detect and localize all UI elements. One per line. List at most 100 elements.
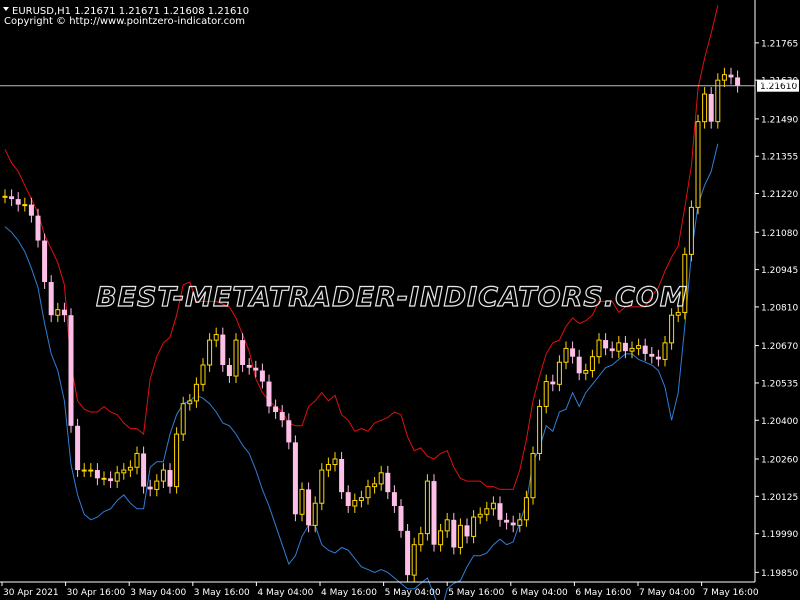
candle-body (424, 480, 430, 535)
candle (259, 363, 265, 389)
candle (424, 474, 430, 541)
candle-body (589, 356, 595, 372)
candle (550, 374, 556, 392)
candle (127, 460, 133, 477)
candle (200, 358, 206, 392)
candle-body (108, 478, 114, 482)
candle-body (695, 121, 701, 208)
x-tick-label: 7 May 16:00 (703, 588, 759, 598)
candle (325, 457, 331, 477)
candle-body (213, 334, 219, 341)
candle-body (75, 425, 81, 471)
y-tick-label: 1.20670 (761, 342, 798, 352)
candle (365, 479, 371, 505)
symbol-dropdown-icon[interactable] (3, 7, 9, 11)
candle (510, 515, 516, 533)
candle-body (180, 403, 186, 435)
candle (735, 70, 741, 93)
chart-canvas[interactable]: 1.21610 1.21765 1.21630 1.21490 1.21355 1.21… (0, 0, 800, 600)
current-price-line-layer: 1.21610 (0, 79, 799, 92)
candle-body (141, 453, 147, 487)
price-chart[interactable]: 1.21610 1.21765 1.21630 1.21490 1.21355 1.21… (0, 0, 800, 600)
candle-body (596, 339, 602, 358)
candle-body (570, 348, 576, 357)
candle-body (510, 522, 516, 526)
x-tick-label: 3 May 04:00 (130, 588, 186, 598)
candle-body (451, 519, 457, 548)
candle-body (187, 400, 193, 405)
candle (616, 335, 622, 359)
candle-body (15, 199, 21, 205)
candle-body (378, 472, 384, 485)
candle (160, 463, 166, 489)
candle (213, 327, 219, 348)
candle (438, 523, 444, 552)
candle-body (609, 348, 615, 352)
candle (372, 476, 378, 494)
candle (266, 374, 272, 414)
candle-body (81, 469, 87, 472)
candle-body (101, 477, 107, 480)
candle (451, 512, 457, 555)
candle (42, 233, 48, 289)
candle-body (35, 215, 41, 241)
x-tick-label: 3 May 16:00 (194, 588, 250, 598)
candle (339, 452, 345, 500)
candle (596, 333, 602, 364)
candle-body (55, 309, 61, 316)
x-tick-label: 30 Apr 2021 (3, 588, 59, 598)
candle-body (438, 530, 444, 546)
y-tick-label: 1.20125 (761, 493, 798, 503)
candle (649, 347, 655, 364)
candle-body (715, 79, 721, 123)
upper-band-line (4, 5, 719, 490)
candle-body (550, 381, 556, 385)
candle-body (240, 340, 246, 365)
candle (15, 192, 21, 212)
candle (68, 308, 74, 433)
candle-body (702, 93, 708, 123)
candle (570, 341, 576, 364)
candle (543, 374, 549, 414)
candle (721, 67, 727, 88)
candle-body (537, 405, 543, 454)
candle (48, 275, 54, 323)
candle (589, 349, 595, 378)
candle (9, 189, 15, 206)
candle-body (28, 204, 34, 216)
candle-body (332, 458, 338, 466)
candle-body (655, 356, 661, 360)
candle (306, 482, 312, 533)
candle (88, 463, 94, 477)
candle-body (147, 486, 153, 490)
candle (220, 327, 226, 372)
candle-body (418, 533, 424, 546)
candle (497, 496, 503, 527)
candle (504, 512, 510, 530)
candle (477, 507, 483, 524)
candle (108, 471, 114, 489)
candle-body (583, 370, 589, 374)
candle-body (504, 519, 510, 523)
candle-body (372, 483, 378, 488)
lower-band-line (4, 143, 719, 600)
y-tick-label: 1.21220 (761, 190, 798, 200)
candle (490, 496, 496, 516)
candle-body (669, 314, 675, 344)
candle (345, 485, 351, 513)
candle (609, 341, 615, 359)
candle (728, 67, 734, 85)
candle-body (688, 206, 694, 255)
candle (457, 518, 463, 555)
candle-body (345, 492, 351, 506)
y-tick-label: 1.19850 (761, 569, 798, 579)
candle-body (464, 525, 470, 537)
candle (391, 485, 397, 513)
candle-body (88, 469, 94, 472)
candle (154, 474, 160, 497)
candle (141, 446, 147, 494)
candle (319, 463, 325, 511)
candle (655, 349, 661, 367)
candle-body (708, 94, 714, 122)
candle-body (292, 442, 298, 515)
